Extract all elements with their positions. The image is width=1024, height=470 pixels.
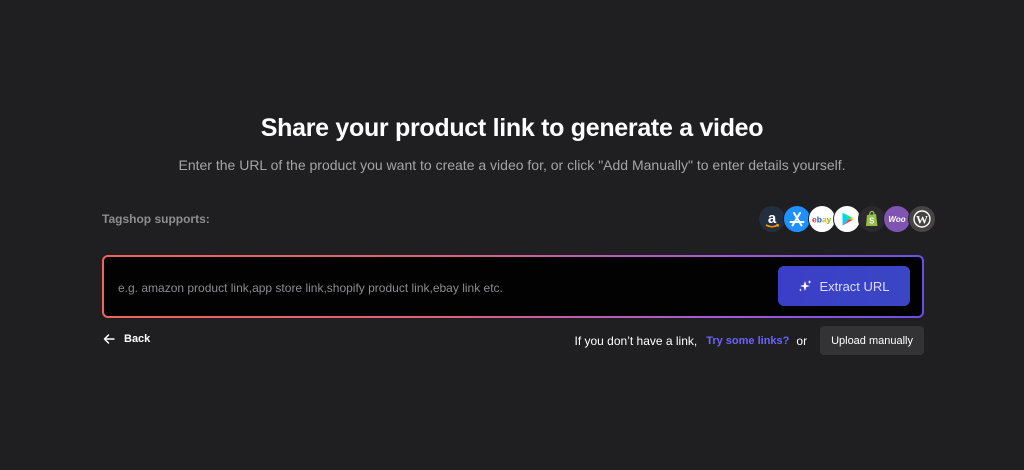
wordpress-icon: W [908, 205, 936, 233]
url-input-inner: Extract URL [104, 257, 922, 318]
alternative-actions: If you don’t have a link, Try some links… [574, 326, 924, 355]
page-subtitle: Enter the URL of the product you want to… [178, 157, 846, 173]
or-text: or [796, 333, 808, 348]
arrow-left-icon [103, 333, 115, 345]
svg-text:S: S [869, 217, 875, 226]
product-url-input[interactable] [116, 257, 760, 318]
page-title: Share your product link to generate a vi… [260, 114, 764, 142]
page: Share your product link to generate a vi… [0, 0, 1024, 470]
amazon-icon: a [758, 205, 786, 233]
url-input-box: Extract URL [102, 255, 924, 318]
platform-icons: a ebay S Woo W [758, 205, 936, 233]
back-button[interactable]: Back [103, 333, 150, 345]
extract-url-label: Extract URL [819, 278, 890, 294]
supports-label: Tagshop supports: [102, 212, 210, 226]
upload-manually-button[interactable]: Upload manually [820, 326, 924, 355]
app-store-icon [783, 205, 811, 233]
svg-text:W: W [916, 212, 928, 226]
shopify-icon: S [858, 205, 886, 233]
svg-text:ebay: ebay [812, 215, 832, 225]
sparkle-icon [798, 279, 812, 293]
svg-text:a: a [768, 210, 777, 227]
try-some-links-link[interactable]: Try some links? [706, 335, 789, 347]
ebay-icon: ebay [808, 205, 836, 233]
svg-text:Woo: Woo [888, 215, 905, 224]
back-label: Back [124, 333, 151, 345]
extract-url-button[interactable]: Extract URL [778, 266, 910, 306]
woocommerce-icon: Woo [883, 205, 911, 233]
google-play-icon [833, 205, 861, 233]
no-link-text: If you don’t have a link, [574, 333, 698, 348]
